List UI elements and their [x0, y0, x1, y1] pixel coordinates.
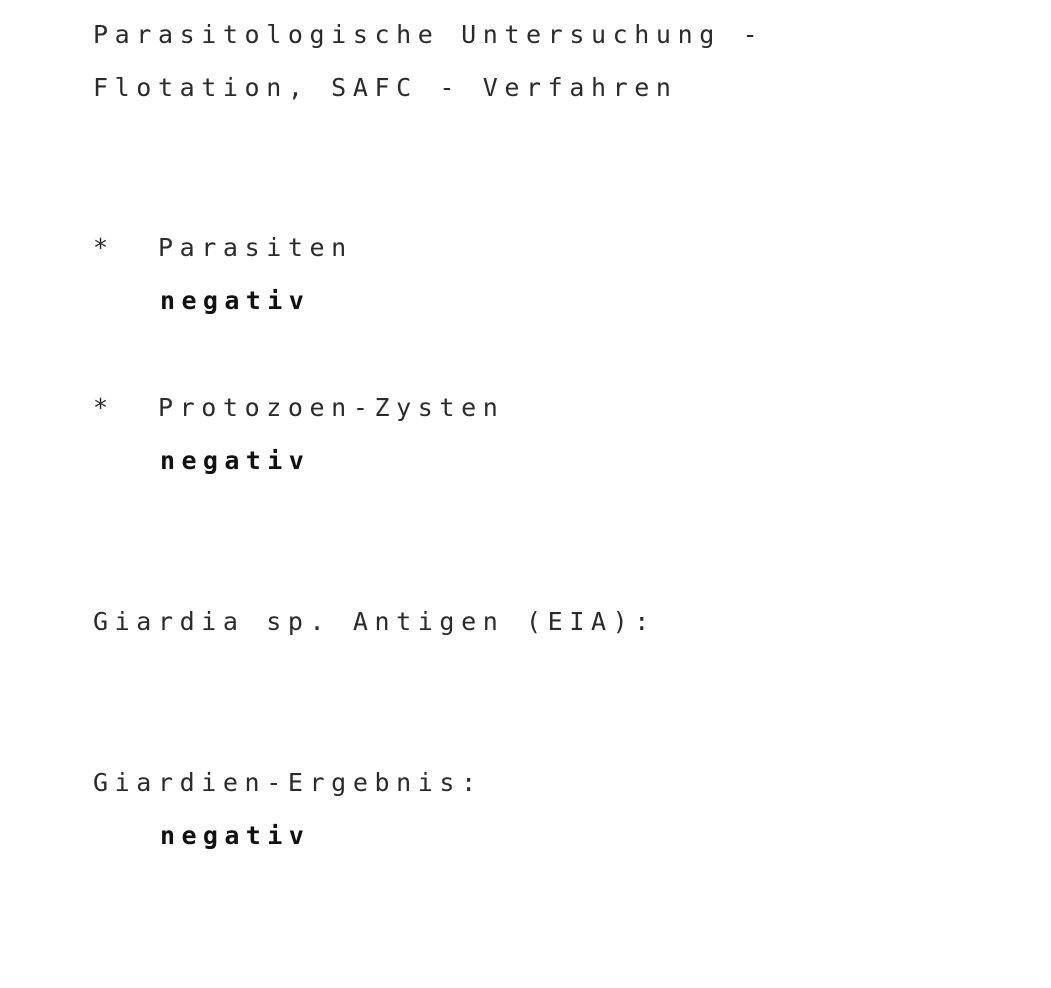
spacer-title-to-findings — [93, 114, 1031, 221]
bullet-marker-icon: * — [93, 233, 158, 262]
spacer-findings-to-antigen — [93, 487, 1031, 595]
spacer-between-findings — [93, 327, 1031, 381]
finding-parasiten-row: * Parasiten — [93, 221, 1031, 274]
report-title-line-2: Flotation, SAFC - Verfahren — [93, 73, 678, 102]
finding-protozoen-zysten: * Protozoen-Zysten negativ — [93, 381, 1031, 487]
giardia-result-value: negativ — [160, 821, 311, 850]
spacer-antigen-to-result — [93, 648, 1031, 756]
finding-parasiten: * Parasiten negativ — [93, 221, 1031, 327]
report-title: Parasitologische Untersuchung - Flotatio… — [93, 8, 1031, 114]
document-page: Parasitologische Untersuchung - Flotatio… — [0, 0, 1051, 988]
finding-parasiten-result: negativ — [160, 286, 311, 315]
giardia-result-block: Giardien-Ergebnis: negativ — [93, 756, 1031, 862]
finding-protozoen-zysten-row: * Protozoen-Zysten — [93, 381, 1031, 434]
bullet-marker-icon: * — [93, 393, 158, 422]
finding-parasiten-label: Parasiten — [157, 233, 353, 262]
giardia-result-label: Giardien-Ergebnis: — [93, 768, 483, 797]
lab-report-body: Parasitologische Untersuchung - Flotatio… — [93, 8, 1031, 862]
finding-protozoen-zysten-result: negativ — [160, 446, 311, 475]
antigen-heading: Giardia sp. Antigen (EIA): — [93, 607, 656, 636]
report-title-line-1: Parasitologische Untersuchung - — [93, 20, 765, 49]
finding-protozoen-zysten-label: Protozoen-Zysten — [157, 393, 505, 422]
